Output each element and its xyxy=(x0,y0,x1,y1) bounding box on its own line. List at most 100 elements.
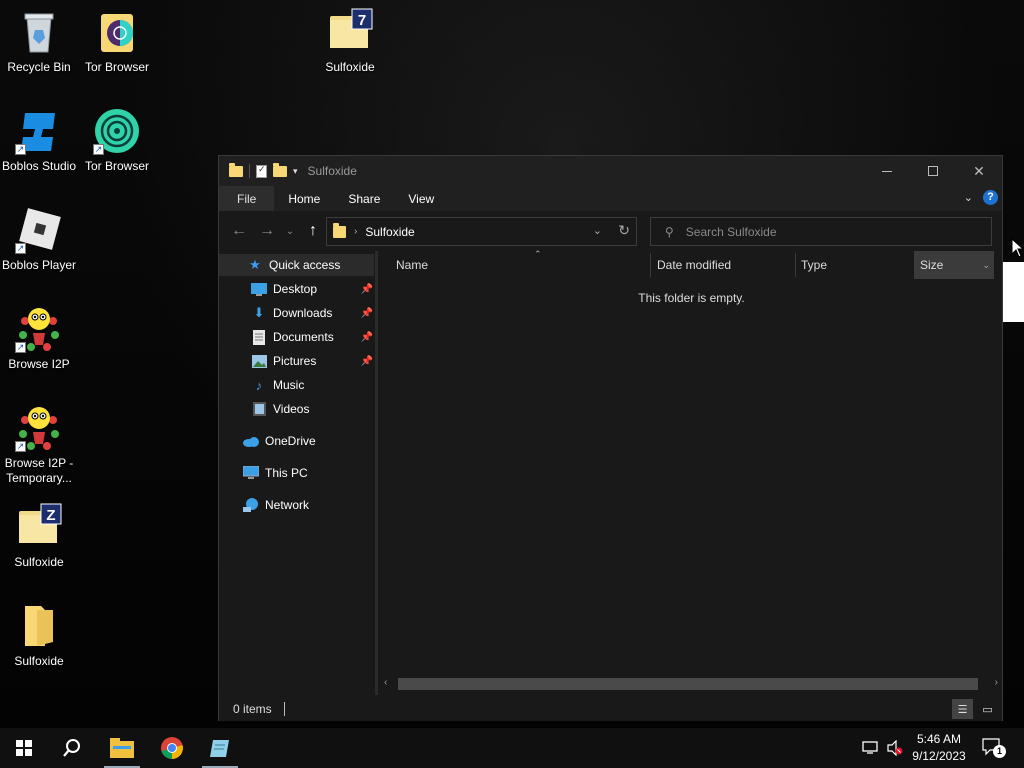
large-icons-view-button[interactable]: ▭ xyxy=(977,699,998,719)
taskbar: 5:46 AM 9/12/2023 1 xyxy=(0,728,1024,768)
details-view-button[interactable]: ☰ xyxy=(952,699,973,719)
nav-onedrive[interactable]: OneDrive xyxy=(219,430,377,452)
up-arrow-icon[interactable]: ↑ xyxy=(299,222,327,240)
volume-muted-icon[interactable] xyxy=(886,728,904,768)
help-icon[interactable]: ? xyxy=(983,190,998,205)
address-history-chevron-icon[interactable]: ⌄ xyxy=(593,224,602,237)
breadcrumb-separator-icon[interactable]: › xyxy=(354,226,357,237)
expand-ribbon-chevron-icon[interactable]: ⌄ xyxy=(964,191,973,204)
pin-icon[interactable]: 📌 xyxy=(361,284,373,295)
desktop-icon-tor-browser[interactable]: ↗ Tor Browser xyxy=(79,107,155,174)
recent-locations-chevron-icon[interactable]: ⌄ xyxy=(281,226,299,237)
nav-item-pictures[interactable]: Pictures 📌 xyxy=(219,350,377,372)
nav-network[interactable]: Network xyxy=(219,494,377,516)
column-divider[interactable] xyxy=(795,253,796,277)
taskbar-chrome[interactable] xyxy=(148,728,196,768)
desktop-icon-sulfoxide-zip[interactable]: Z Sulfoxide xyxy=(1,503,77,570)
scroll-left-arrow-icon[interactable]: ‹ xyxy=(384,677,387,688)
close-button[interactable]: ✕ xyxy=(956,156,1002,186)
nav-label: Pictures xyxy=(273,354,317,368)
nav-item-music[interactable]: ♪ Music xyxy=(219,374,377,396)
customize-toolbar-chevron-icon[interactable]: ▾ xyxy=(293,166,298,177)
desktop-icon-browse-i2p[interactable]: ↗ Browse I2P xyxy=(1,305,77,372)
taskbar-notepad[interactable] xyxy=(196,728,244,768)
folder-7zip-icon: 7 xyxy=(326,8,374,56)
column-label: Size xyxy=(920,258,944,272)
forward-arrow-icon[interactable]: → xyxy=(253,222,281,240)
navigation-bar: ← → ⌄ ↑ › Sulfoxide ⌄ ↻ ⚲ xyxy=(219,211,1002,251)
nav-quick-access[interactable]: ★ Quick access xyxy=(219,254,374,276)
tab-view[interactable]: View xyxy=(394,186,448,211)
back-arrow-icon[interactable]: ← xyxy=(225,222,253,240)
tab-file[interactable]: File xyxy=(219,186,275,211)
desktop-icon-browse-i2p-temporary[interactable]: ↗ Browse I2P - Temporary... xyxy=(1,404,77,486)
desktop-icon-label: Tor Browser xyxy=(84,159,149,173)
new-folder-icon[interactable] xyxy=(273,162,287,177)
nav-item-videos[interactable]: Videos xyxy=(219,398,377,420)
nav-item-documents[interactable]: Documents 📌 xyxy=(219,326,377,348)
desktop-icon-label: Boblos Player xyxy=(1,258,77,272)
refresh-icon[interactable]: ↻ xyxy=(618,222,630,239)
network-tray-icon[interactable] xyxy=(862,728,880,768)
clock[interactable]: 5:46 AM 9/12/2023 xyxy=(906,731,972,765)
computer-icon xyxy=(243,465,259,481)
scrollbar-thumb[interactable] xyxy=(398,678,978,690)
column-header-type[interactable]: Type xyxy=(801,251,911,279)
desktop-icon-recycle-bin[interactable]: Recycle Bin xyxy=(1,8,77,75)
folder-zip-icon: Z xyxy=(15,503,63,551)
column-label: Type xyxy=(801,258,828,272)
desktop-icon-boblos-player[interactable]: ↗ Boblos Player xyxy=(1,206,77,273)
folder-icon xyxy=(333,222,346,238)
nav-item-desktop[interactable]: Desktop 📌 xyxy=(219,278,377,300)
column-dropdown-chevron-icon[interactable]: ⌄ xyxy=(982,260,990,271)
taskbar-file-explorer[interactable] xyxy=(98,728,146,768)
desktop-icon-sulfoxide-7z[interactable]: 7 Sulfoxide xyxy=(312,8,388,75)
column-divider[interactable] xyxy=(650,253,651,277)
pin-icon[interactable]: 📌 xyxy=(361,308,373,319)
clock-date: 9/12/2023 xyxy=(912,749,966,763)
file-explorer-window[interactable]: ▾ Sulfoxide ✕ File Home Share View ⌄ ? ←… xyxy=(218,155,1003,721)
file-list[interactable]: Name ⌃ Date modified Type Size ⌄ This fo… xyxy=(378,249,1002,695)
desktop-icon-label: Tor Browser xyxy=(84,60,149,74)
column-header-name[interactable]: Name ⌃ xyxy=(396,249,650,279)
nav-this-pc[interactable]: This PC xyxy=(219,462,377,484)
search-button[interactable] xyxy=(48,728,96,768)
title-bar[interactable]: ▾ Sulfoxide ✕ xyxy=(219,156,1002,186)
search-box[interactable]: ⚲ xyxy=(650,217,992,246)
tab-share[interactable]: Share xyxy=(334,186,394,211)
window-title: Sulfoxide xyxy=(307,164,357,178)
nav-item-downloads[interactable]: ⬇ Downloads 📌 xyxy=(219,302,377,324)
maximize-button[interactable] xyxy=(910,156,956,186)
properties-icon[interactable] xyxy=(256,164,267,178)
music-note-icon: ♪ xyxy=(255,377,263,393)
column-header-date-modified[interactable]: Date modified xyxy=(657,251,795,279)
start-button[interactable] xyxy=(0,728,48,768)
file-explorer-icon xyxy=(110,738,134,758)
chrome-icon xyxy=(161,737,183,759)
horizontal-scrollbar[interactable]: ‹ › xyxy=(380,676,1000,692)
scroll-right-arrow-icon[interactable]: › xyxy=(995,677,998,688)
star-icon: ★ xyxy=(249,257,261,272)
tab-home[interactable]: Home xyxy=(274,186,334,211)
maximize-icon xyxy=(928,166,938,176)
desktop-icon-boblos-studio[interactable]: ↗ Boblos Studio xyxy=(1,107,77,174)
pin-icon[interactable]: 📌 xyxy=(361,356,373,367)
action-center-button[interactable]: 1 xyxy=(982,738,1006,758)
desktop-icon-tor-browser-folder[interactable]: Tor Browser xyxy=(79,8,155,75)
search-input[interactable] xyxy=(685,224,976,239)
nav-label: This PC xyxy=(265,466,308,480)
background-window-edge[interactable] xyxy=(1003,262,1024,322)
shortcut-arrow-icon: ↗ xyxy=(15,243,26,254)
folder-icon xyxy=(229,162,243,177)
nav-label: Desktop xyxy=(273,282,318,296)
download-arrow-icon: ⬇ xyxy=(253,305,265,320)
address-bar[interactable]: › Sulfoxide ⌄ ↻ xyxy=(326,217,637,246)
pin-icon[interactable]: 📌 xyxy=(361,332,373,343)
desktop-icon-label: Sulfoxide xyxy=(14,654,64,668)
column-label: Date modified xyxy=(657,258,732,272)
minimize-button[interactable] xyxy=(864,156,910,186)
breadcrumb[interactable]: Sulfoxide xyxy=(365,225,414,239)
column-header-size[interactable]: Size ⌄ xyxy=(914,251,994,279)
clock-time: 5:46 AM xyxy=(916,732,962,746)
desktop-icon-sulfoxide-folder[interactable]: Sulfoxide xyxy=(1,602,77,669)
